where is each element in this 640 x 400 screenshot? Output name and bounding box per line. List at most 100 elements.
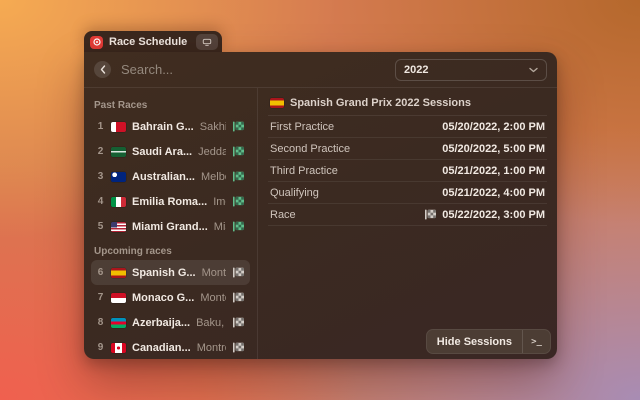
race-name: Bahrain G... [132, 121, 194, 133]
race-list-item[interactable]: 4 Emilia Roma... Imola, Italy [91, 189, 250, 214]
session-row: Qualifying 05/21/2022, 4:00 PM [268, 182, 547, 204]
race-location: Imola, Italy [213, 196, 226, 208]
session-time-value: 05/20/2022, 2:00 PM [442, 121, 545, 133]
checkered-flag-icon [232, 292, 245, 303]
race-number: 3 [96, 171, 105, 182]
steering-wheel-icon [93, 38, 101, 46]
pin-icon [202, 37, 212, 47]
window-tab[interactable]: Race Schedule [84, 31, 222, 53]
race-schedule-window: Search... 2022 Past Races 1 Bahrain G... Sa… [84, 52, 557, 359]
race-schedule-app-icon [90, 36, 103, 49]
race-number: 6 [96, 267, 105, 278]
sessions-panel: Spanish Grand Prix 2022 Sessions First P… [258, 88, 557, 359]
session-time-value: 05/22/2022, 3:00 PM [442, 209, 545, 221]
race-list-item[interactable]: 2 Saudi Ara... Jeddah, Sa... [91, 139, 250, 164]
session-label: Qualifying [270, 187, 319, 199]
window-header: Search... 2022 [84, 52, 557, 88]
race-location: Monte-Carl... [200, 292, 226, 304]
chevron-left-icon [100, 65, 106, 74]
sessions-title-row: Spanish Grand Prix 2022 Sessions [268, 91, 547, 116]
year-dropdown-value: 2022 [404, 64, 428, 76]
race-list-item[interactable]: 5Miami Grand...Miami, USA [91, 214, 250, 239]
session-row: Third Practice 05/21/2022, 1:00 PM [268, 160, 547, 182]
australia-flag-icon [111, 172, 126, 182]
session-time: 05/22/2022, 3:00 PM [424, 209, 545, 221]
race-number: 8 [96, 317, 105, 328]
race-name: Saudi Ara... [132, 146, 192, 158]
session-label: First Practice [270, 121, 334, 133]
session-time: 05/20/2022, 2:00 PM [442, 121, 545, 133]
pin-window-button[interactable] [196, 34, 218, 50]
race-location: Sakhir, Bahr... [200, 121, 226, 133]
finished-flag-icon [232, 146, 245, 157]
race-number: 7 [96, 292, 105, 303]
section-label: Past Races [94, 100, 247, 111]
actions-menu-button[interactable]: >_ [523, 330, 550, 353]
section-label: Upcoming races [94, 246, 247, 257]
session-row: Race 05/22/2022, 3:00 PM [268, 204, 547, 226]
back-button[interactable] [94, 61, 111, 78]
race-name: Emilia Roma... [132, 196, 207, 208]
race-list-item[interactable]: 1 Bahrain G... Sakhir, Bahr... [91, 114, 250, 139]
session-time-value: 05/21/2022, 4:00 PM [442, 187, 545, 199]
bahrain-flag-icon [111, 122, 126, 132]
italy-flag-icon [111, 197, 126, 207]
session-row: Second Practice 05/20/2022, 5:00 PM [268, 138, 547, 160]
race-list-item[interactable]: 3 Australian... Melbourne,... [91, 164, 250, 189]
session-row: First Practice 05/20/2022, 2:00 PM [268, 116, 547, 138]
usa-flag-icon [111, 222, 126, 232]
finished-flag-icon [232, 221, 245, 232]
terminal-icon: >_ [531, 337, 542, 347]
finished-flag-icon [232, 171, 245, 182]
race-number: 2 [96, 146, 105, 157]
race-list-item[interactable]: 7 Monaco G... Monte-Carl... [91, 285, 250, 310]
spain-flag-icon [270, 98, 284, 108]
checkered-flag-icon [232, 342, 245, 353]
tab-title: Race Schedule [109, 36, 190, 48]
race-name: Spanish G... [132, 267, 196, 279]
race-location: Melbourne,... [201, 171, 226, 183]
year-dropdown[interactable]: 2022 [395, 59, 547, 81]
race-location: Montreal, C... [197, 342, 226, 354]
race-list-item[interactable]: 9 Canadian... Montreal, C... [91, 335, 250, 359]
checkered-flag-icon [232, 317, 245, 328]
window-content: Past Races 1 Bahrain G... Sakhir, Bahr... 2… [84, 88, 557, 359]
session-label: Second Practice [270, 143, 350, 155]
session-label: Third Practice [270, 165, 338, 177]
sessions-title: Spanish Grand Prix 2022 Sessions [290, 97, 471, 109]
sessions-list: First Practice 05/20/2022, 2:00 PM Second … [268, 116, 547, 226]
race-location: Miami, USA [214, 221, 226, 233]
session-time: 05/21/2022, 4:00 PM [442, 187, 545, 199]
session-label: Race [270, 209, 296, 221]
finished-flag-icon [232, 196, 245, 207]
race-location: Montmeló,... [202, 267, 226, 279]
hide-sessions-button[interactable]: Hide Sessions [427, 330, 522, 353]
saudi-arabia-flag-icon [111, 147, 126, 157]
canada-flag-icon [111, 343, 126, 353]
session-time: 05/21/2022, 1:00 PM [442, 165, 545, 177]
race-name: Canadian... [132, 342, 191, 354]
race-name: Azerbaija... [132, 317, 190, 329]
race-number: 5 [96, 221, 105, 232]
race-name: Australian... [132, 171, 195, 183]
azerbaijan-flag-icon [111, 318, 126, 328]
session-time: 05/20/2022, 5:00 PM [442, 143, 545, 155]
race-location: Jeddah, Sa... [198, 146, 226, 158]
session-time-value: 05/20/2022, 5:00 PM [442, 143, 545, 155]
monaco-flag-icon [111, 293, 126, 303]
footer-actions: Hide Sessions >_ [426, 329, 551, 354]
race-list-item[interactable]: 6 Spanish G... Montmeló,... [91, 260, 250, 285]
chevron-down-icon [529, 67, 538, 73]
race-list-item[interactable]: 8 Azerbaija... Baku, Azerb... [91, 310, 250, 335]
race-list-sidebar: Past Races 1 Bahrain G... Sakhir, Bahr... 2… [84, 88, 258, 359]
race-number: 1 [96, 121, 105, 132]
session-time-value: 05/21/2022, 1:00 PM [442, 165, 545, 177]
finished-flag-icon [232, 121, 245, 132]
search-input[interactable]: Search... [121, 62, 385, 77]
race-number: 9 [96, 342, 105, 353]
race-name: Monaco G... [132, 292, 194, 304]
race-location: Baku, Azerb... [196, 317, 226, 329]
desktop-background: Race Schedule Search... 2022 [0, 0, 640, 400]
race-number: 4 [96, 196, 105, 207]
checkered-flag-icon [232, 267, 245, 278]
